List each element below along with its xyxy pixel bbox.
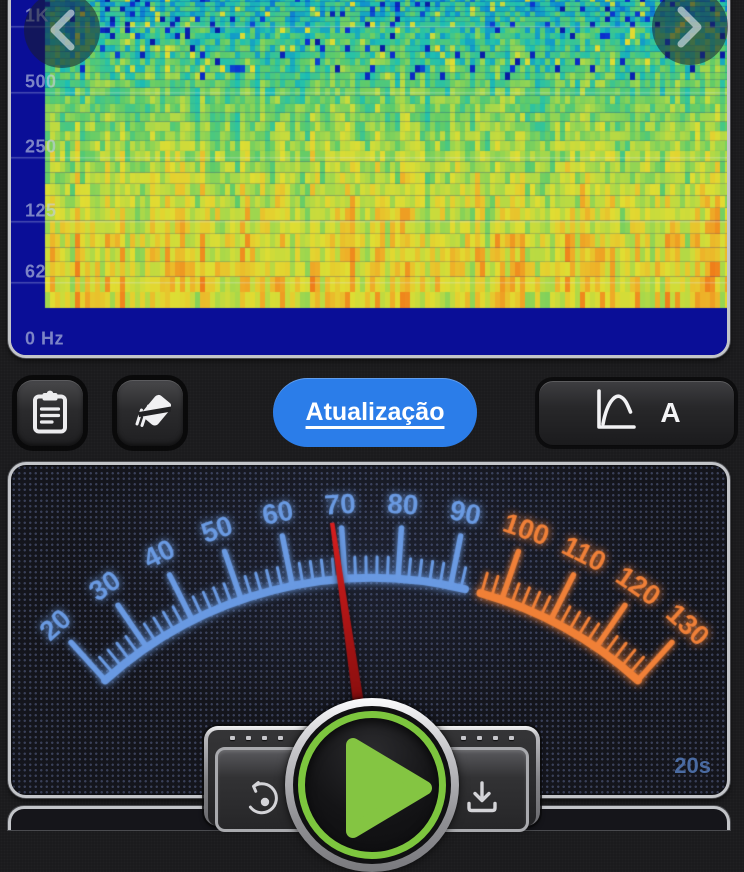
play-button[interactable]	[285, 698, 459, 872]
reset-icon	[241, 778, 283, 823]
clipboard-icon	[30, 389, 70, 438]
notes-button[interactable]	[17, 380, 83, 446]
chevron-right-icon	[675, 5, 705, 49]
freq-label-500: 500	[25, 71, 57, 92]
freq-label-62: 62	[25, 261, 47, 282]
sound-meter-app: { "spectrogram": { "freq_axis_labels": […	[0, 0, 744, 872]
update-button-label: Atualização	[305, 398, 445, 426]
play-icon	[343, 736, 435, 843]
freq-label-125: 125	[25, 200, 57, 221]
waving-card-icon	[129, 391, 173, 436]
weighting-curve-icon	[592, 387, 640, 440]
chevron-left-icon	[47, 8, 77, 52]
spectrogram-heatmap	[11, 0, 727, 355]
weighting-label: A	[660, 397, 681, 428]
duration-label: 20s	[674, 753, 711, 778]
frequency-weighting-button[interactable]: A	[538, 380, 735, 446]
freq-label-250: 250	[25, 136, 57, 157]
freq-label-0hz: 0 Hz	[25, 328, 65, 349]
calibration-button[interactable]	[117, 380, 183, 446]
spectrogram-panel: 1K 500 250 125 62 0 Hz	[8, 0, 730, 358]
update-button[interactable]: Atualização	[273, 378, 477, 447]
